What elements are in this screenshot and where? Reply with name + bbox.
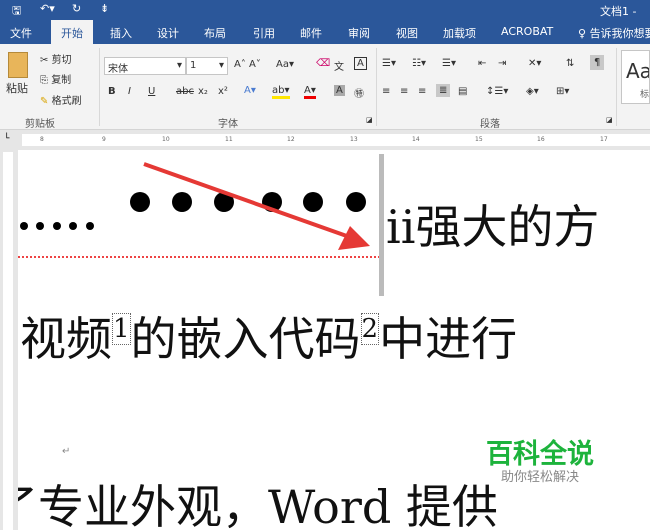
borders-icon[interactable]: ⊞▾ [556, 86, 569, 97]
enclose-characters-icon[interactable]: ㊕ [354, 85, 364, 100]
italic-button[interactable]: I [128, 86, 131, 97]
grow-font-button[interactable]: A˄ A˅ [234, 59, 261, 70]
tab-review[interactable]: 审阅 [348, 25, 370, 41]
group-label-font: 字体 [218, 119, 238, 130]
chinese-layout-icon[interactable]: ✕▾ [528, 58, 541, 69]
line-spacing-icon[interactable]: ↕☰▾ [486, 86, 508, 97]
lightbulb-icon: ♀ [578, 27, 587, 40]
tab-insert[interactable]: 插入 [110, 25, 132, 41]
shading-icon[interactable]: ◈▾ [526, 86, 539, 97]
strikethrough-button[interactable]: abc [176, 86, 194, 97]
tab-references[interactable]: 引用 [253, 25, 275, 41]
group-label-paragraph: 段落 [480, 119, 500, 130]
font-size-select[interactable]: 1 ▾ [186, 57, 228, 75]
ribbon: 粘贴 ✂ 剪切 ⎘ 复制 ✎ 格式刷 剪贴板 宋体 ▾ 1 ▾ A˄ A˅ Aa▾ … [0, 44, 650, 130]
bullets-button[interactable]: ☰▾ [382, 58, 396, 69]
title-bar: 🖫 ↶▾ ↻ ⇟ 文档1 - [0, 0, 650, 20]
tab-home[interactable]: 开始 [51, 20, 93, 44]
horizontal-ruler[interactable]: 8 9 10 11 12 13 14 15 16 17 [22, 134, 650, 146]
highlight-icon[interactable]: ab▾ [272, 85, 290, 99]
tab-selector-icon[interactable]: └ [4, 134, 9, 144]
increase-indent-icon[interactable]: ⇥ [498, 58, 506, 69]
distributed-icon[interactable]: ▤ [458, 86, 467, 97]
character-border-icon[interactable]: A [354, 57, 367, 70]
underline-button[interactable]: U [148, 86, 155, 97]
customize-qat-icon[interactable]: ⇟ [100, 2, 109, 15]
doc-line-3: 了专业外观，Word 提供 [18, 480, 498, 530]
doc-line-1: ii强大的方 [386, 200, 600, 254]
tell-me[interactable]: ♀ 告诉我你想要 [578, 25, 650, 41]
ribbon-tabs: 文件 开始 插入 设计 布局 引用 邮件 审阅 视图 加载项 ACROBAT ♀… [0, 20, 650, 44]
tab-layout[interactable]: 布局 [204, 25, 226, 41]
align-right-icon[interactable]: ≡ [418, 86, 426, 97]
format-painter-button[interactable]: ✎ 格式刷 [40, 92, 82, 107]
justify-icon[interactable]: ≣ [436, 84, 451, 97]
paragraph-dialog-launcher-icon[interactable]: ◪ [606, 116, 613, 124]
change-case-button[interactable]: Aa▾ [276, 59, 294, 70]
redo-icon[interactable]: ↻ [72, 2, 81, 15]
undo-icon[interactable]: ↶▾ [40, 2, 55, 15]
tab-design[interactable]: 设计 [157, 25, 179, 41]
subscript-button[interactable]: x₂ [198, 86, 208, 97]
tab-addins[interactable]: 加载项 [443, 25, 476, 41]
group-label-clipboard: 剪贴板 [25, 119, 55, 130]
bold-button[interactable]: B [108, 86, 116, 97]
tab-view[interactable]: 视图 [396, 25, 418, 41]
font-color-icon[interactable]: A▾ [304, 85, 316, 99]
character-shading-icon[interactable]: A [334, 85, 345, 96]
doc-line-2: 视频1的嵌入代码2中进行 [20, 312, 518, 366]
tab-mailings[interactable]: 邮件 [300, 25, 322, 41]
text-effects-icon[interactable]: A▾ [244, 85, 256, 96]
red-arrow-annotation [143, 162, 370, 250]
copy-button[interactable]: ⎘ 复制 [40, 71, 71, 86]
superscript-button[interactable]: x² [218, 86, 228, 97]
save-icon[interactable]: 🖫 [12, 2, 21, 21]
clear-formatting-icon[interactable]: ⌫ [316, 58, 330, 69]
style-normal[interactable]: Aa 标 [621, 50, 650, 104]
show-marks-icon[interactable]: ¶ [590, 55, 605, 70]
vertical-ruler[interactable] [3, 152, 13, 530]
paste-button[interactable]: 粘贴 [6, 80, 28, 96]
paste-icon[interactable] [8, 52, 28, 78]
decrease-indent-icon[interactable]: ⇤ [478, 58, 486, 69]
phonetic-guide-icon[interactable]: 文 [334, 58, 344, 73]
numbering-button[interactable]: ☷▾ [412, 58, 426, 69]
watermark-logo: 百科全说 助你轻松解决 [486, 439, 594, 485]
document-title: 文档1 - [600, 5, 637, 18]
document-page[interactable]: ii强大的方 视频1的嵌入代码2中进行 ↵ 了专业外观，Word 提供 百科全说… [18, 150, 650, 530]
multilevel-list-button[interactable]: ☰▾ [442, 58, 456, 69]
cut-button[interactable]: ✂ 剪切 [40, 51, 72, 66]
paragraph-mark: ↵ [62, 446, 71, 457]
tab-file[interactable]: 文件 [10, 25, 32, 41]
tab-acrobat[interactable]: ACROBAT [501, 25, 553, 38]
font-dialog-launcher-icon[interactable]: ◪ [366, 116, 373, 124]
align-center-icon[interactable]: ≡ [400, 86, 408, 97]
align-left-icon[interactable]: ≡ [382, 86, 390, 97]
font-name-select[interactable]: 宋体 ▾ [104, 57, 186, 75]
sort-icon[interactable]: ⇅ [566, 58, 574, 69]
